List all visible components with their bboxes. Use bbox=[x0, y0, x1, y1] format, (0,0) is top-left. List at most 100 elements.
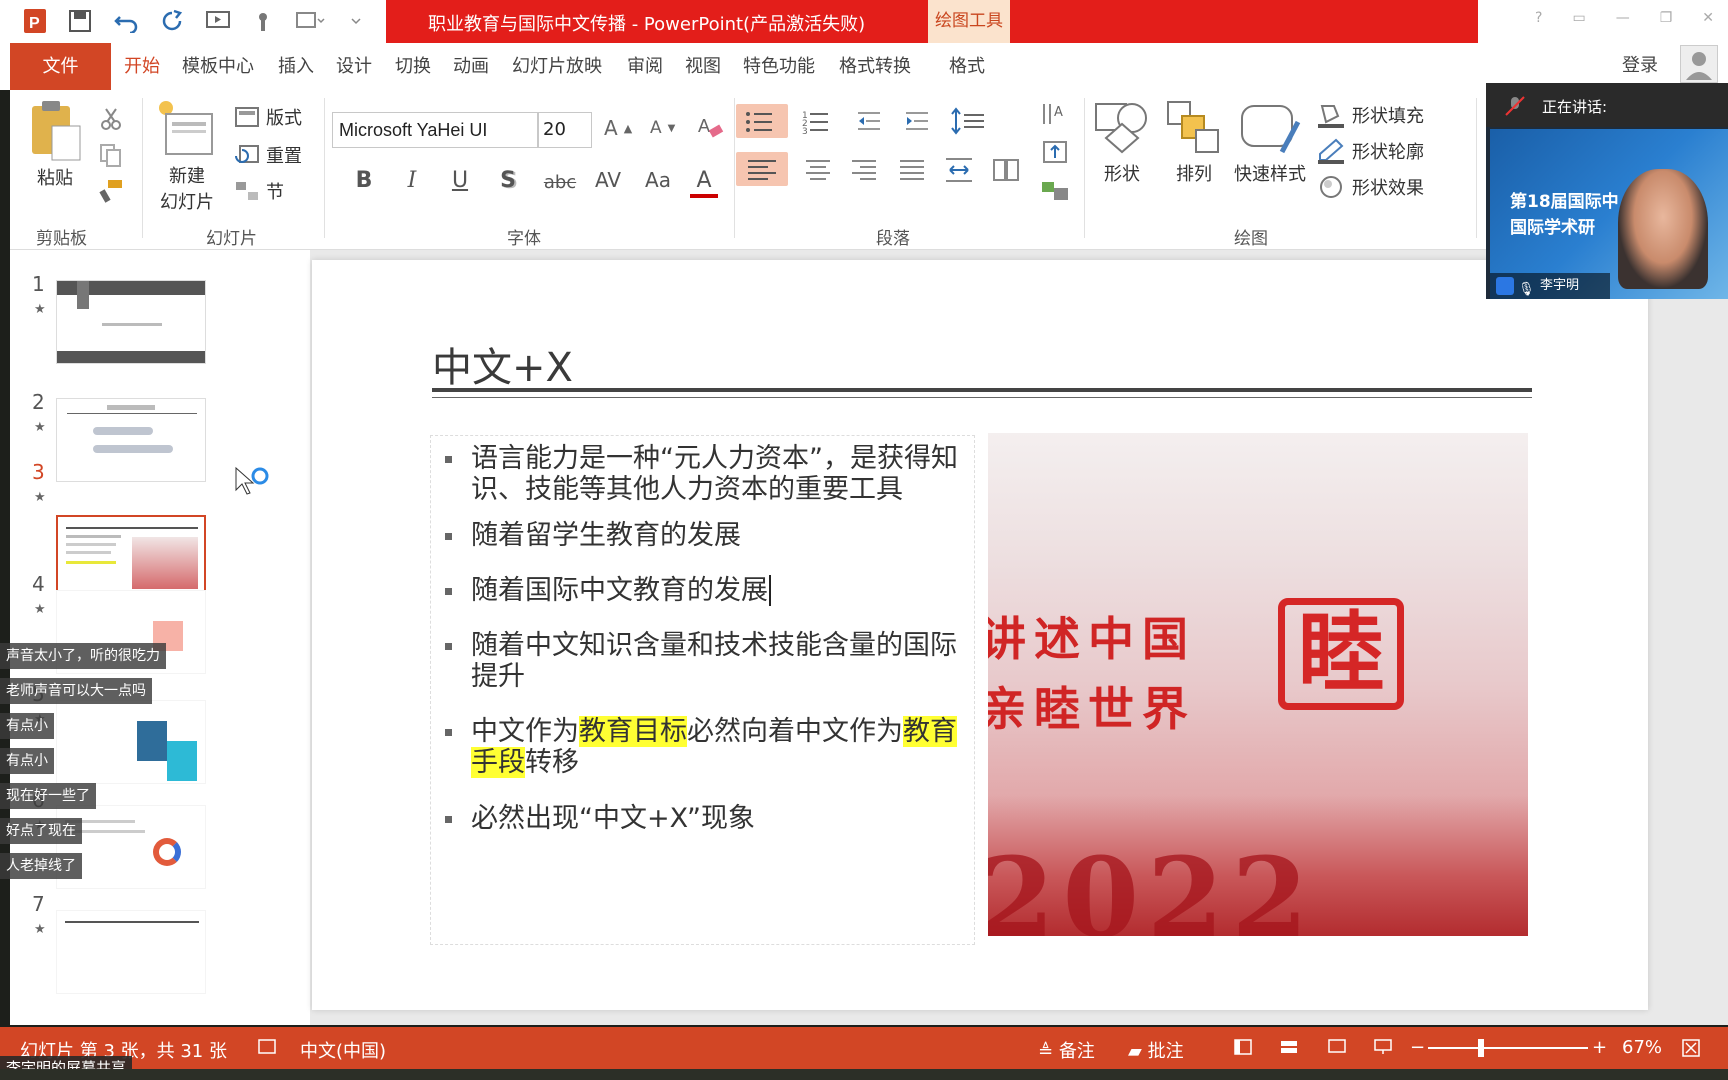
slide-thumbnail-5[interactable] bbox=[56, 700, 206, 784]
columns-icon[interactable] bbox=[992, 158, 1026, 184]
slide-thumbnail-3[interactable] bbox=[56, 515, 206, 599]
tab-file[interactable]: 文件 bbox=[10, 43, 111, 90]
bold-button[interactable]: B bbox=[346, 168, 382, 193]
tab-transitions[interactable]: 切换 bbox=[395, 43, 431, 90]
bullets-icon bbox=[746, 112, 772, 132]
align-center-icon[interactable] bbox=[804, 158, 832, 184]
zoom-slider[interactable] bbox=[1428, 1047, 1588, 1049]
spellcheck-icon[interactable] bbox=[258, 1039, 276, 1060]
notes-button[interactable]: ≜ 备注 bbox=[1038, 1037, 1095, 1063]
chat-message: 声音太小了，听的很吃力 bbox=[0, 643, 166, 669]
character-spacing-button[interactable]: AV bbox=[588, 168, 628, 192]
decrease-font-icon[interactable]: A ▼ bbox=[650, 118, 675, 138]
slide-title[interactable]: 中文+X bbox=[432, 335, 573, 393]
shape-fill-button[interactable]: 形状填充 bbox=[1316, 102, 1424, 128]
zoom-in-button[interactable]: + bbox=[1592, 1037, 1607, 1058]
layout-button[interactable]: 版式 bbox=[234, 104, 302, 130]
slideshow-view-icon[interactable] bbox=[1374, 1039, 1392, 1060]
paste-button[interactable]: 粘贴 bbox=[26, 98, 84, 190]
line-spacing-icon[interactable] bbox=[950, 106, 990, 136]
bullet-textbox[interactable]: 语言能力是一种“元人力资本”，是获得知识、技能等其他人力资本的重要工具 随着留学… bbox=[430, 435, 975, 945]
slide-picture[interactable]: 讲述中国 亲睦世界 睦 2022 bbox=[988, 433, 1528, 936]
section-button[interactable]: 节 bbox=[234, 178, 284, 204]
tab-format-convert[interactable]: 格式转换 bbox=[839, 43, 911, 90]
language-indicator[interactable]: 中文(中国) bbox=[300, 1037, 386, 1063]
change-case-button[interactable]: Aa bbox=[638, 168, 678, 192]
shapes-button[interactable]: 形状 bbox=[1092, 98, 1152, 186]
reset-button[interactable]: 重置 bbox=[234, 142, 302, 168]
maximize-icon[interactable]: ❐ bbox=[1660, 10, 1673, 26]
text-shadow-button[interactable]: S bbox=[490, 168, 526, 193]
more-commands-icon[interactable] bbox=[294, 6, 326, 36]
numbering-icon[interactable]: 123 bbox=[800, 106, 834, 136]
tab-format[interactable]: 格式 bbox=[949, 43, 985, 90]
avatar[interactable] bbox=[1680, 45, 1718, 83]
shape-effects-button[interactable]: 形状效果 bbox=[1316, 174, 1424, 200]
align-right-icon[interactable] bbox=[850, 158, 878, 184]
slide-thumbnail-1[interactable] bbox=[56, 280, 206, 364]
speaker-video[interactable]: 第18届国际中 国际学术研 🎙 李宇明 bbox=[1490, 129, 1728, 299]
format-painter-icon[interactable] bbox=[98, 178, 124, 204]
font-size-select[interactable]: 20 bbox=[538, 112, 592, 148]
minimize-icon[interactable]: — bbox=[1616, 10, 1630, 26]
decrease-indent-icon[interactable] bbox=[856, 108, 884, 134]
help-icon[interactable]: ? bbox=[1535, 10, 1542, 26]
normal-view-icon[interactable] bbox=[1234, 1039, 1252, 1060]
underline-button[interactable]: U bbox=[442, 168, 478, 193]
zoom-level[interactable]: 67% bbox=[1622, 1037, 1662, 1058]
convert-to-smartart-icon[interactable] bbox=[1040, 176, 1074, 204]
bullets-button[interactable] bbox=[736, 104, 788, 138]
new-slide-button[interactable]: 新建 幻灯片 bbox=[156, 98, 218, 214]
tab-view[interactable]: 视图 bbox=[685, 43, 721, 90]
increase-indent-icon[interactable] bbox=[904, 108, 932, 134]
zoom-out-button[interactable]: − bbox=[1410, 1037, 1425, 1058]
arrange-label: 排列 bbox=[1176, 164, 1212, 185]
close-icon[interactable]: ✕ bbox=[1702, 10, 1714, 26]
undo-icon[interactable] bbox=[110, 6, 142, 36]
clear-formatting-icon[interactable]: A bbox=[696, 114, 724, 140]
font-color-button[interactable]: A bbox=[690, 168, 718, 198]
text-direction-icon[interactable]: A bbox=[1040, 100, 1074, 128]
slide-thumbnail-2[interactable] bbox=[56, 398, 206, 482]
start-slideshow-icon[interactable] bbox=[202, 6, 234, 36]
drawing-tools-context-tab[interactable]: 绘图工具 bbox=[928, 0, 1010, 43]
arrange-button[interactable]: 排列 bbox=[1164, 98, 1224, 186]
thumb-number: 7 bbox=[32, 892, 45, 916]
increase-font-icon[interactable]: A ▲ bbox=[604, 116, 632, 140]
tab-special-features[interactable]: 特色功能 bbox=[743, 43, 815, 90]
shapes-icon bbox=[1095, 103, 1147, 154]
copy-icon[interactable] bbox=[98, 142, 124, 168]
slide-thumbnail-7[interactable] bbox=[56, 910, 206, 994]
save-icon[interactable] bbox=[64, 6, 96, 36]
strikethrough-button[interactable]: abc bbox=[536, 172, 584, 193]
touch-mode-icon[interactable] bbox=[248, 6, 280, 36]
new-slide-label-2: 幻灯片 bbox=[160, 192, 214, 213]
tab-design[interactable]: 设计 bbox=[336, 43, 372, 90]
slide-sorter-icon[interactable] bbox=[1280, 1039, 1298, 1060]
current-slide[interactable]: 中文+X 语言能力是一种“元人力资本”，是获得知识、技能等其他人力资本的重要工具… bbox=[312, 260, 1648, 1010]
sign-in-link[interactable]: 登录 bbox=[1622, 51, 1658, 77]
tab-slideshow[interactable]: 幻灯片放映 bbox=[512, 43, 602, 90]
align-left-button[interactable] bbox=[736, 152, 788, 186]
fit-slide-icon[interactable] bbox=[1682, 1039, 1700, 1062]
comments-button[interactable]: ▰ 批注 bbox=[1128, 1037, 1184, 1063]
cut-icon[interactable] bbox=[98, 106, 124, 132]
tab-insert[interactable]: 插入 bbox=[278, 43, 314, 90]
redo-icon[interactable] bbox=[156, 6, 188, 36]
customize-toolbar-icon[interactable] bbox=[340, 6, 372, 36]
italic-button[interactable]: I bbox=[394, 168, 430, 193]
tab-home[interactable]: 开始 bbox=[124, 43, 160, 90]
align-text-icon[interactable] bbox=[1040, 138, 1074, 166]
tab-animations[interactable]: 动画 bbox=[453, 43, 489, 90]
tab-template-center[interactable]: 模板中心 bbox=[182, 43, 254, 90]
distributed-icon[interactable] bbox=[944, 156, 974, 184]
shape-outline-button[interactable]: 形状轮廓 bbox=[1316, 138, 1424, 164]
ribbon-display-icon[interactable]: ▭ bbox=[1572, 10, 1585, 26]
reading-view-icon[interactable] bbox=[1328, 1039, 1346, 1060]
notes-icon: ≜ bbox=[1038, 1041, 1059, 1062]
zoom-slider-thumb[interactable] bbox=[1478, 1039, 1484, 1057]
tab-review[interactable]: 审阅 bbox=[627, 43, 663, 90]
justify-icon[interactable] bbox=[898, 158, 926, 184]
quick-styles-button[interactable]: 快速样式 bbox=[1234, 98, 1306, 186]
font-name-select[interactable]: Microsoft YaHei UI bbox=[332, 112, 538, 148]
